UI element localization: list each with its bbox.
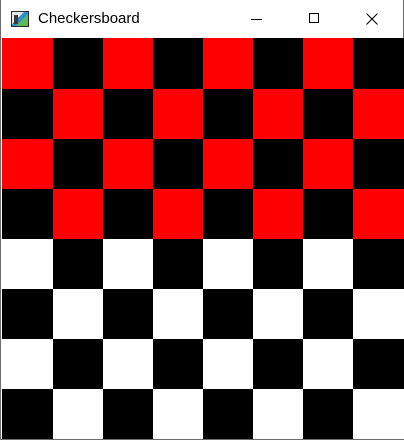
- board-square[interactable]: [253, 289, 303, 339]
- board-square[interactable]: [303, 339, 353, 389]
- board-square[interactable]: [303, 389, 353, 439]
- board-square[interactable]: [203, 239, 253, 289]
- board-square[interactable]: [203, 289, 253, 339]
- board-square[interactable]: [253, 38, 303, 89]
- board-square[interactable]: [2, 139, 53, 189]
- board-square[interactable]: [103, 239, 153, 289]
- board-square[interactable]: [103, 289, 153, 339]
- board-square[interactable]: [353, 38, 404, 89]
- app-window: Checkersboard: [0, 0, 404, 440]
- checkerboard[interactable]: [2, 38, 404, 439]
- board-square[interactable]: [2, 239, 53, 289]
- board-square[interactable]: [153, 139, 203, 189]
- board-square[interactable]: [303, 89, 353, 139]
- board-square[interactable]: [53, 339, 103, 389]
- board-square[interactable]: [103, 139, 153, 189]
- board-square[interactable]: [253, 89, 303, 139]
- board-square[interactable]: [53, 139, 103, 189]
- board-square[interactable]: [303, 289, 353, 339]
- board-square[interactable]: [253, 139, 303, 189]
- board-square[interactable]: [253, 239, 303, 289]
- board-square[interactable]: [353, 189, 404, 239]
- window-title: Checkersboard: [38, 10, 140, 27]
- board-square[interactable]: [353, 239, 404, 289]
- close-button[interactable]: [349, 0, 395, 38]
- board-square[interactable]: [53, 289, 103, 339]
- board-square[interactable]: [53, 239, 103, 289]
- board-square[interactable]: [53, 89, 103, 139]
- maximize-button[interactable]: [291, 0, 337, 38]
- board-square[interactable]: [203, 389, 253, 439]
- board-square[interactable]: [203, 189, 253, 239]
- board-square[interactable]: [103, 389, 153, 439]
- board-square[interactable]: [203, 139, 253, 189]
- board-square[interactable]: [353, 389, 404, 439]
- board-square[interactable]: [303, 189, 353, 239]
- close-icon: [366, 13, 378, 25]
- board-square[interactable]: [303, 38, 353, 89]
- board-square[interactable]: [203, 339, 253, 389]
- board-square[interactable]: [353, 139, 404, 189]
- board-square[interactable]: [2, 189, 53, 239]
- board-square[interactable]: [303, 139, 353, 189]
- app-window-icon[interactable]: [11, 11, 29, 27]
- board-square[interactable]: [2, 289, 53, 339]
- board-square[interactable]: [153, 38, 203, 89]
- board-square[interactable]: [2, 339, 53, 389]
- board-square[interactable]: [353, 339, 404, 389]
- minimize-button[interactable]: [233, 0, 279, 38]
- board-square[interactable]: [53, 189, 103, 239]
- board-square[interactable]: [53, 38, 103, 89]
- board-square[interactable]: [253, 339, 303, 389]
- board-square[interactable]: [153, 339, 203, 389]
- board-square[interactable]: [203, 38, 253, 89]
- board-square[interactable]: [253, 189, 303, 239]
- board-square[interactable]: [253, 389, 303, 439]
- board-square[interactable]: [353, 289, 404, 339]
- board-square[interactable]: [103, 339, 153, 389]
- board-square[interactable]: [53, 389, 103, 439]
- board-square[interactable]: [353, 89, 404, 139]
- board-square[interactable]: [2, 89, 53, 139]
- board-square[interactable]: [203, 89, 253, 139]
- board-square[interactable]: [153, 389, 203, 439]
- board-square[interactable]: [153, 89, 203, 139]
- board-square[interactable]: [153, 189, 203, 239]
- title-bar[interactable]: Checkersboard: [1, 0, 403, 38]
- minimize-icon: [251, 19, 262, 20]
- board-square[interactable]: [303, 239, 353, 289]
- board-square[interactable]: [2, 389, 53, 439]
- board-square[interactable]: [103, 189, 153, 239]
- maximize-icon: [309, 13, 319, 23]
- board-square[interactable]: [153, 239, 203, 289]
- board-square[interactable]: [153, 289, 203, 339]
- board-square[interactable]: [103, 89, 153, 139]
- board-square[interactable]: [2, 38, 53, 89]
- board-square[interactable]: [103, 38, 153, 89]
